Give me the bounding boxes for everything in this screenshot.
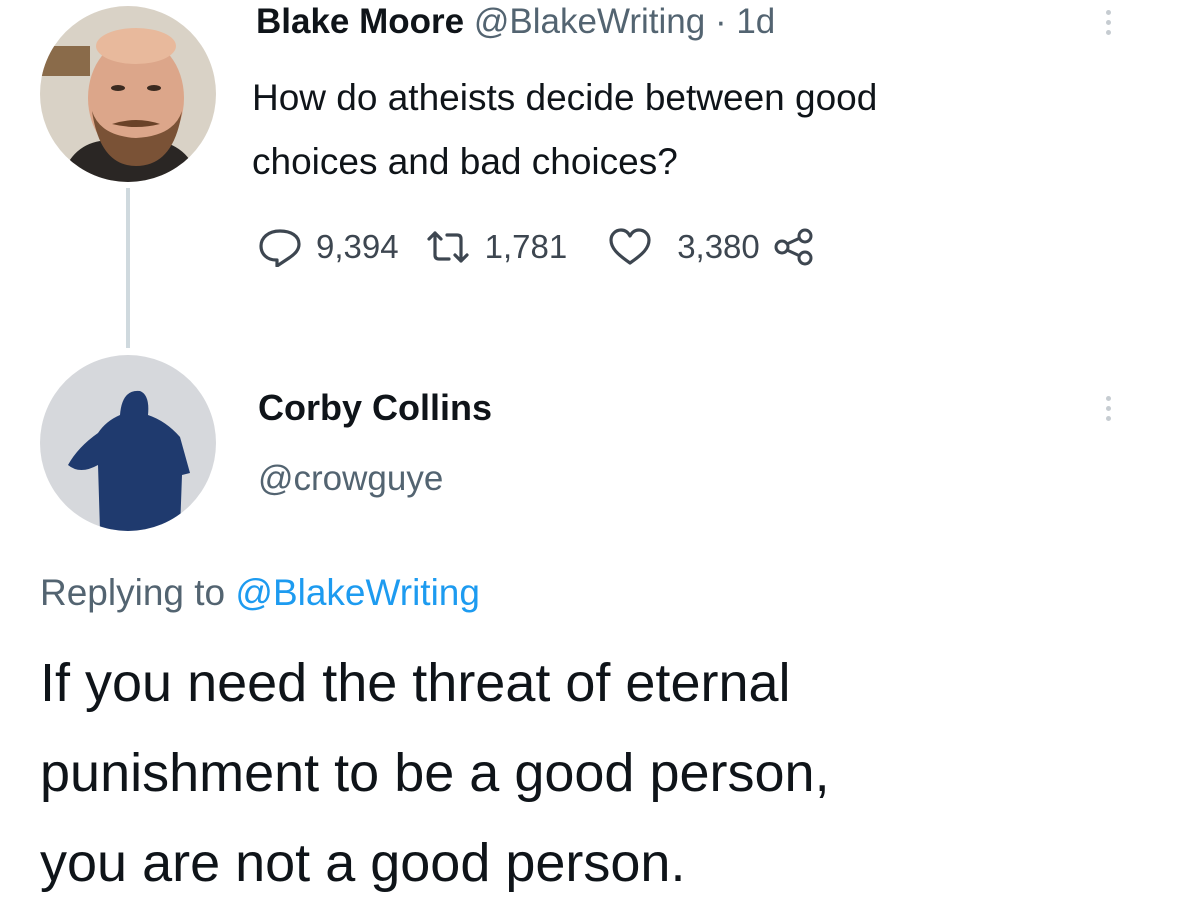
tweet-time[interactable]: 1d bbox=[736, 2, 775, 41]
header-separator: · bbox=[714, 2, 727, 41]
author-handle[interactable]: @BlakeWriting bbox=[474, 2, 705, 41]
reply-more-button[interactable] bbox=[1104, 396, 1112, 421]
author-name[interactable]: Blake Moore bbox=[256, 2, 464, 41]
blake-moore-avatar[interactable] bbox=[40, 6, 216, 182]
reply-icon bbox=[259, 229, 301, 267]
avatar-photo bbox=[40, 6, 216, 182]
reply-text-line: punishment to be a good person, bbox=[40, 743, 830, 803]
reply-count: 9,394 bbox=[316, 228, 399, 265]
like-count: 3,380 bbox=[677, 228, 760, 265]
replying-to: Replying to @BlakeWriting bbox=[40, 572, 480, 614]
reply-author-handle[interactable]: @crowguye bbox=[258, 459, 443, 499]
reply-text-line: If you need the threat of eternal bbox=[40, 653, 791, 713]
retweet-icon bbox=[426, 231, 469, 263]
thread-connector-line bbox=[126, 188, 130, 348]
tweet-header: Blake Moore @BlakeWriting · 1d bbox=[256, 2, 775, 42]
share-action[interactable] bbox=[772, 227, 816, 267]
retweet-action[interactable]: 1,781 bbox=[425, 227, 568, 267]
reply-author-name[interactable]: Corby Collins bbox=[258, 387, 492, 429]
more-dot bbox=[1105, 396, 1111, 401]
tweet-more-button[interactable] bbox=[1104, 10, 1112, 35]
replying-to-label: Replying to bbox=[40, 572, 226, 613]
more-dot bbox=[1105, 10, 1111, 15]
replying-to-handle[interactable]: @BlakeWriting bbox=[235, 572, 480, 613]
tweet-text-line: choices and bad choices? bbox=[252, 141, 678, 182]
tweet-actions: 9,394 1,781 3,380 bbox=[256, 222, 816, 272]
like-action[interactable]: 3,380 bbox=[607, 227, 760, 267]
more-dot bbox=[1105, 30, 1111, 35]
reply-action[interactable]: 9,394 bbox=[256, 227, 399, 267]
reply-text: If you need the threat of eternal punish… bbox=[40, 638, 830, 908]
tweet-text: How do atheists decide between good choi… bbox=[252, 66, 877, 194]
share-icon bbox=[774, 228, 813, 266]
retweet-count: 1,781 bbox=[484, 228, 568, 265]
reply-text-line: you are not a good person. bbox=[40, 833, 686, 893]
more-dot bbox=[1105, 416, 1111, 421]
more-dot bbox=[1105, 406, 1111, 411]
corby-collins-avatar[interactable] bbox=[40, 355, 216, 531]
tweet-text-line: How do atheists decide between good bbox=[252, 77, 878, 118]
heart-icon bbox=[609, 228, 651, 265]
more-dot bbox=[1105, 20, 1111, 25]
avatar-photo bbox=[40, 355, 216, 531]
